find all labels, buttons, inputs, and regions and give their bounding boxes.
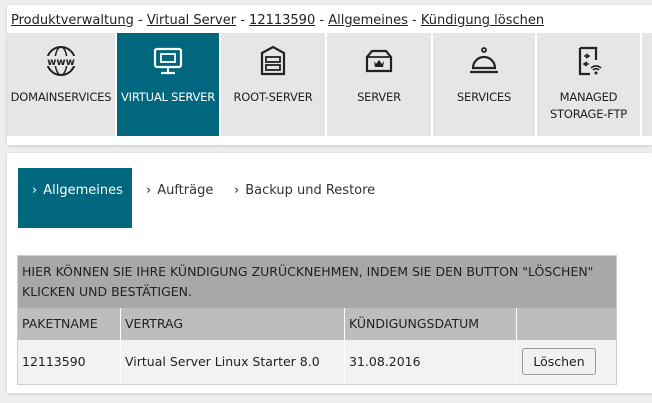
- breadcrumb-produktverwaltung[interactable]: Produktverwaltung: [11, 13, 134, 28]
- loeschen-button[interactable]: Löschen: [522, 348, 596, 375]
- header-vertrag: VERTRAG: [120, 308, 344, 340]
- breadcrumb-separator: -: [137, 13, 143, 28]
- www-globe-icon: www: [7, 43, 115, 79]
- breadcrumb-contract-id[interactable]: 12113590: [249, 13, 315, 28]
- tile-label: ROOT-SERVER: [233, 90, 313, 104]
- breadcrumb-separator: -: [319, 13, 325, 28]
- breadcrumb-virtual-server[interactable]: Virtual Server: [147, 13, 236, 28]
- tile-label: VIRTUAL SERVER: [120, 90, 216, 104]
- svg-text:www: www: [47, 57, 75, 68]
- cancellation-table: Hier können Sie Ihre Kündigung zurückneh…: [17, 255, 617, 385]
- chevron-right-icon: ›: [32, 183, 38, 198]
- tab-label: Allgemeines: [43, 183, 123, 198]
- table-header: PAKETNAME VERTRAG KÜNDIGUNGSDATUM: [18, 308, 616, 340]
- product-nav-card: Produktverwaltung - Virtual Server - 121…: [7, 5, 652, 145]
- notice-text: Hier können Sie Ihre Kündigung zurückneh…: [18, 256, 616, 308]
- header-action: [516, 308, 616, 340]
- tile-label: DOMAINSERVICES: [10, 90, 112, 104]
- chevron-right-icon: ›: [146, 183, 152, 198]
- storage-ftp-icon: [537, 43, 640, 79]
- breadcrumb-allgemeines[interactable]: Allgemeines: [328, 13, 408, 28]
- tile-domainservices[interactable]: www DOMAINSERVICES: [7, 33, 115, 136]
- breadcrumb-kuendigung-loeschen[interactable]: Kündigung löschen: [421, 13, 544, 28]
- contract-card: › Allgemeines › Aufträge › Backup und Resto…: [7, 153, 652, 393]
- tile-virtual-server[interactable]: VIRTUAL SERVER: [117, 33, 219, 136]
- header-kuendigungsdatum: KÜNDIGUNGSDATUM: [344, 308, 516, 340]
- header-paketname: PAKETNAME: [22, 316, 98, 331]
- service-bell-icon: [433, 43, 535, 79]
- tab-allgemeines[interactable]: › Allgemeines: [18, 168, 132, 228]
- server-crown-icon: [327, 43, 431, 79]
- table-row: 12113590 Virtual Server Linux Starter 8.…: [18, 340, 616, 384]
- tile-managed-storage-ftp[interactable]: MANAGED STORAGE-FTP: [537, 33, 640, 136]
- tile-root-server[interactable]: ROOT-SERVER: [221, 33, 325, 136]
- tile-label: SERVICES: [456, 90, 512, 104]
- breadcrumb-separator: -: [240, 13, 245, 28]
- tile-label: SERVER: [357, 90, 401, 104]
- tab-label: Aufträge: [157, 183, 214, 198]
- tile-server[interactable]: SERVER: [327, 33, 431, 136]
- cell-vertrag: Virtual Server Linux Starter 8.0: [120, 340, 344, 384]
- tile-overflow[interactable]: [642, 33, 652, 136]
- tab-auftraege[interactable]: › Aufträge: [132, 168, 220, 228]
- tile-label: MANAGED STORAGE-FTP: [549, 90, 628, 121]
- tile-services[interactable]: SERVICES: [433, 33, 535, 136]
- tab-backup-restore[interactable]: › Backup und Restore: [220, 168, 390, 228]
- cell-paketname: 12113590: [22, 354, 86, 369]
- chevron-right-icon: ›: [234, 183, 240, 198]
- tab-label: Backup und Restore: [245, 183, 376, 198]
- cell-kuendigungsdatum: 31.08.2016: [344, 340, 516, 384]
- server-box-icon: [221, 43, 325, 79]
- breadcrumb: Produktverwaltung - Virtual Server - 121…: [11, 13, 544, 28]
- monitor-icon: [117, 43, 219, 79]
- breadcrumb-separator: -: [412, 13, 417, 28]
